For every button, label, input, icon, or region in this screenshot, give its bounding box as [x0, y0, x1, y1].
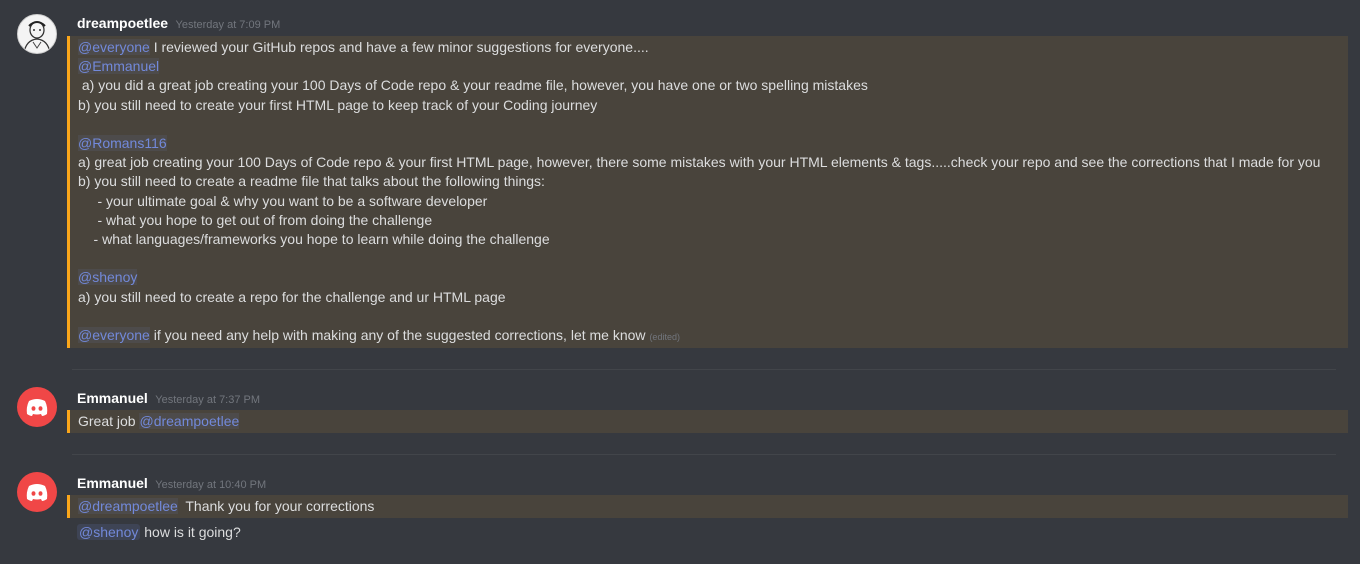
- message-text: b) you still need to create a readme fil…: [78, 173, 545, 190]
- message-text: if you need any help with making any of …: [149, 327, 646, 343]
- username[interactable]: Emmanuel: [77, 390, 148, 406]
- message-divider: [72, 369, 1336, 370]
- message-header: Emmanuel Yesterday at 7:37 PM: [77, 390, 260, 408]
- user-mention[interactable]: @everyone: [78, 327, 150, 343]
- timestamp: Yesterday at 7:09 PM: [175, 19, 281, 31]
- user-mention[interactable]: @dreampoetlee: [139, 413, 240, 429]
- message-line: [78, 249, 1348, 268]
- discord-logo-icon: [26, 399, 48, 416]
- user-mention[interactable]: @everyone: [78, 39, 150, 55]
- message-text: a) you still need to create a repo for t…: [78, 288, 506, 305]
- chat-messages: dreampoetlee Yesterday at 7:09 PM @every…: [0, 0, 1360, 564]
- message-line: a) you still need to create a repo for t…: [78, 288, 1348, 307]
- message-line: @everyone if you need any help with maki…: [78, 326, 1348, 347]
- message-text: a) you did a great job creating your 100…: [78, 77, 868, 94]
- message-line: @everyone I reviewed your GitHub repos a…: [78, 38, 1348, 57]
- message-header: dreampoetlee Yesterday at 7:09 PM: [77, 15, 280, 33]
- message-line: - your ultimate goal & why you want to b…: [78, 192, 1348, 211]
- highlighted-message: @dreampoetlee Thank you for your correct…: [67, 495, 1348, 518]
- user-mention[interactable]: @shenoy: [78, 269, 138, 286]
- message-line: @dreampoetlee Thank you for your correct…: [78, 497, 1348, 516]
- message-content: @everyone I reviewed your GitHub repos a…: [78, 38, 1348, 347]
- user-mention[interactable]: @Romans116: [78, 135, 167, 151]
- message-line: @shenoy how is it going?: [77, 523, 241, 542]
- user-avatar[interactable]: [17, 472, 57, 512]
- highlighted-message: @everyone I reviewed your GitHub repos a…: [67, 36, 1348, 348]
- sketch-portrait-avatar-icon: [23, 21, 51, 53]
- message-line: @Emmanuel: [78, 57, 1348, 76]
- message-line: b) you still need to create your first H…: [78, 96, 1348, 115]
- message-line: @shenoy: [78, 268, 1348, 287]
- user-mention[interactable]: @shenoy: [77, 524, 141, 540]
- message-text: - what languages/frameworks you hope to …: [78, 231, 550, 248]
- message-line: [78, 307, 1348, 326]
- message-text: Thank you for your corrections: [177, 498, 375, 514]
- user-avatar[interactable]: [17, 387, 57, 427]
- message-text: how is it going?: [140, 524, 241, 540]
- message-divider: [72, 454, 1336, 455]
- message-header: Emmanuel Yesterday at 10:40 PM: [77, 475, 266, 493]
- message-text: - what you hope to get out of from doing…: [78, 211, 433, 228]
- username[interactable]: Emmanuel: [77, 475, 148, 491]
- message-text: - your ultimate goal & why you want to b…: [78, 192, 488, 209]
- message-line: - what you hope to get out of from doing…: [78, 211, 1348, 230]
- timestamp: Yesterday at 10:40 PM: [155, 479, 267, 491]
- message-line: [78, 115, 1348, 134]
- message-line: @Romans116: [78, 134, 1348, 153]
- message-line: a) great job creating your 100 Days of C…: [78, 153, 1348, 172]
- message-line: Great job @dreampoetlee: [78, 412, 1348, 431]
- user-avatar[interactable]: [17, 14, 57, 54]
- message-line: - what languages/frameworks you hope to …: [78, 230, 1348, 249]
- edited-label: (edited): [649, 332, 680, 342]
- message-line: a) you did a great job creating your 100…: [78, 76, 1348, 95]
- user-mention[interactable]: @Emmanuel: [78, 58, 160, 75]
- message-text: I reviewed your GitHub repos and have a …: [149, 39, 649, 55]
- timestamp: Yesterday at 7:37 PM: [155, 394, 261, 406]
- message-text: a) great job creating your 100 Days of C…: [78, 154, 1321, 171]
- user-mention[interactable]: @dreampoetlee: [78, 498, 178, 514]
- message-text: Great job: [78, 413, 140, 429]
- discord-logo-icon: [26, 484, 48, 501]
- username[interactable]: dreampoetlee: [77, 15, 168, 31]
- highlighted-message: Great job @dreampoetlee: [67, 410, 1348, 433]
- message-text: b) you still need to create your first H…: [78, 96, 598, 113]
- message-line: b) you still need to create a readme fil…: [78, 172, 1348, 191]
